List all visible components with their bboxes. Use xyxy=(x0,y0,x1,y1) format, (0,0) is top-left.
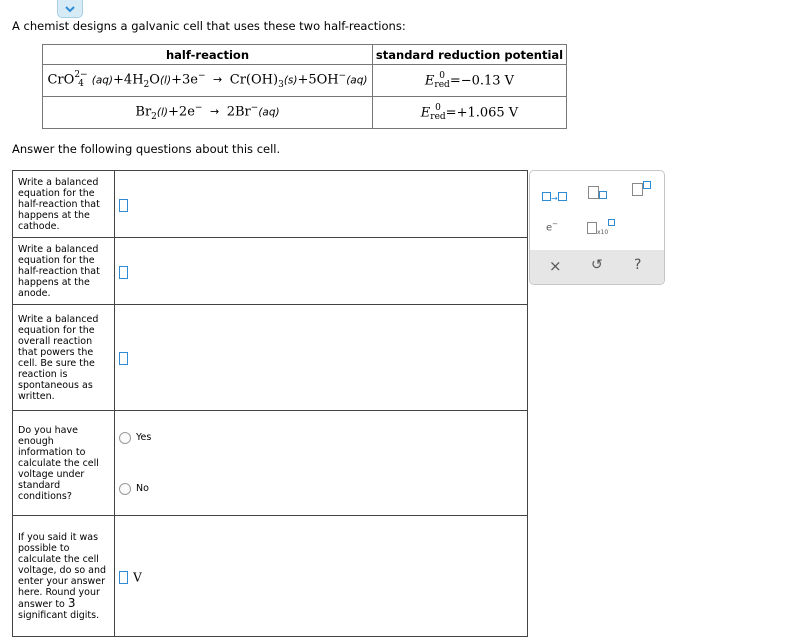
question-row: Do you have enough information to calcul… xyxy=(12,410,528,516)
question-row: Write a balanced equation for the half-r… xyxy=(12,170,528,238)
no-radio[interactable] xyxy=(119,482,131,495)
half-reaction-cell: Br2(l)+2e− → 2Br−(aq) xyxy=(42,96,373,129)
answer-instructions: Answer the following questions about thi… xyxy=(12,142,281,156)
clear-icon[interactable]: × xyxy=(549,257,562,275)
superscript-template-button[interactable] xyxy=(632,181,651,200)
help-icon[interactable]: ? xyxy=(634,257,641,273)
collapse-button[interactable] xyxy=(57,0,83,18)
math-palette: → e− x10 × ↺ ? xyxy=(529,170,665,285)
yes-option[interactable]: Yes xyxy=(119,431,527,445)
overall-reaction-question: Write a balanced equation for the overal… xyxy=(12,304,115,411)
potential-cell: E 0 red =+1.065 V xyxy=(372,96,567,129)
anode-answer-input[interactable] xyxy=(119,265,128,279)
cell-voltage-input[interactable] xyxy=(119,570,128,584)
question-row: If you said it was possible to calculate… xyxy=(12,515,528,637)
half-reaction-row: CrO 2− 4 (aq)+4H2O(l)+3e− → Cr(OH)3(s)+5OH… xyxy=(42,64,567,97)
arrow-icon: → xyxy=(213,73,223,87)
palette-actions: × ↺ ? xyxy=(530,250,664,284)
overall-reaction-input[interactable] xyxy=(119,352,128,365)
no-option[interactable]: No xyxy=(119,482,527,496)
arrow-icon: → xyxy=(209,105,220,119)
yes-radio[interactable] xyxy=(119,431,131,444)
anode-question: Write a balanced equation for the half-r… xyxy=(12,237,115,305)
cathode-question: Write a balanced equation for the half-r… xyxy=(12,170,115,238)
potential-header: standard reduction potential xyxy=(372,44,567,65)
question-row: Write a balanced equation for the overal… xyxy=(12,304,528,411)
potential-cell: E 0 red =−0.13 V xyxy=(372,64,567,97)
cell-voltage-question: If you said it was possible to calculate… xyxy=(12,515,115,637)
reaction-arrow-template-button[interactable]: → xyxy=(542,186,567,205)
scientific-notation-button[interactable]: x10 xyxy=(587,219,616,238)
half-reaction-table: half-reaction standard reduction potenti… xyxy=(42,44,567,129)
intro-text: A chemist designs a galvanic cell that u… xyxy=(12,19,406,33)
chevron-down-icon xyxy=(65,5,75,12)
questions-table: Write a balanced equation for the half-r… xyxy=(12,170,528,637)
subscript-template-button[interactable] xyxy=(588,184,607,203)
enough-info-question: Do you have enough information to calcul… xyxy=(12,410,115,516)
half-reaction-header: half-reaction xyxy=(42,44,373,65)
electron-button[interactable]: e− xyxy=(546,220,558,233)
volt-unit: V xyxy=(133,570,142,584)
half-reaction-cell: CrO 2− 4 (aq)+4H2O(l)+3e− → Cr(OH)3(s)+5OH… xyxy=(42,64,373,97)
half-reaction-row: Br2(l)+2e− → 2Br−(aq) E 0 red =+1.065 V xyxy=(42,96,567,129)
undo-icon[interactable]: ↺ xyxy=(591,257,603,273)
cathode-answer-input[interactable] xyxy=(119,198,128,212)
question-row: Write a balanced equation for the half-r… xyxy=(12,237,528,305)
